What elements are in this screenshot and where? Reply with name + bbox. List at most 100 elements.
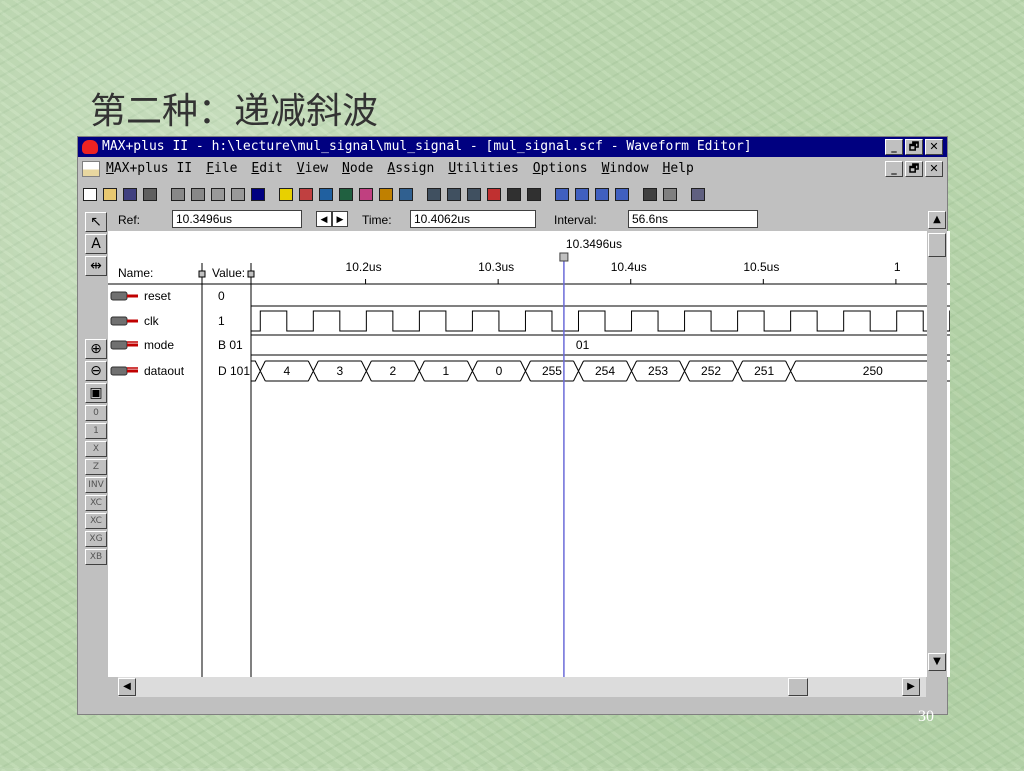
menu-options[interactable]: Options <box>533 158 588 180</box>
signal-value: B 01 <box>218 338 243 352</box>
scroll-up-button[interactable]: ▲ <box>928 211 946 229</box>
menu-utilities[interactable]: Utilities <box>448 158 518 180</box>
minimize-button[interactable]: _ <box>885 139 903 155</box>
menu-file[interactable]: File <box>206 158 237 180</box>
set-highz-icon[interactable]: Z <box>85 459 107 475</box>
undo-button[interactable] <box>229 185 247 203</box>
signal-name[interactable]: reset <box>144 289 171 303</box>
doc-minimize-button[interactable]: _ <box>885 161 903 177</box>
zoom-in-icon[interactable]: ⊕ <box>85 339 107 359</box>
programmer-button[interactable] <box>397 185 415 203</box>
grid-button[interactable] <box>641 185 659 203</box>
overwrite-group-icon[interactable]: XG <box>85 531 107 547</box>
close-button[interactable]: ✕ <box>925 139 943 155</box>
project-timing-button[interactable] <box>525 185 543 203</box>
document-icon[interactable] <box>82 161 100 177</box>
find-node-down-button[interactable] <box>593 185 611 203</box>
set-high-icon[interactable]: 1 <box>85 423 107 439</box>
bus-value: 254 <box>595 364 615 378</box>
project-check-button[interactable] <box>485 185 503 203</box>
divider-handle[interactable] <box>198 270 206 278</box>
find-node-all-button[interactable] <box>613 185 631 203</box>
menu-view[interactable]: View <box>297 158 328 180</box>
overwrite-value-icon[interactable]: XB <box>85 549 107 565</box>
grid-icon <box>643 187 657 201</box>
waveform-panel[interactable]: 10.3496us Name: Value: 10.2us 10.3us 10.4u… <box>108 231 950 677</box>
zoom-fit-icon <box>691 187 705 201</box>
menu-assign[interactable]: Assign <box>387 158 434 180</box>
signal-name[interactable]: dataout <box>144 364 185 378</box>
help-pointer-button[interactable] <box>249 185 267 203</box>
waveform-editor: Ref: 10.3496us ◀ ▶ Time: 10.4062us Inter… <box>108 209 999 677</box>
invert-icon[interactable]: INV <box>85 477 107 493</box>
maxplus-app-icon[interactable] <box>82 140 98 154</box>
selection-tool-icon[interactable]: ↖ <box>85 212 107 232</box>
bus-value: 01 <box>576 338 590 352</box>
menu-mnemonic: O <box>532 161 541 176</box>
overwrite-clock-icon[interactable]: XC <box>85 513 107 529</box>
save-icon <box>123 187 137 201</box>
menu-help[interactable]: Help <box>663 158 694 180</box>
project-save-button[interactable] <box>445 185 463 203</box>
hierarchy-icon <box>299 187 313 201</box>
print-button[interactable] <box>141 185 159 203</box>
horizontal-scrollbar[interactable]: ◀ ▶ <box>118 677 926 697</box>
menu-max-plus-ii[interactable]: MAX+plus II <box>106 158 192 180</box>
project-save-icon <box>447 187 461 201</box>
doc-restore-button[interactable]: 🗗 <box>905 161 923 177</box>
fit-window-icon[interactable]: ▣ <box>85 383 107 403</box>
overwrite-count-icon[interactable]: XC <box>85 495 107 511</box>
bus-value: 3 <box>336 364 343 378</box>
find-node-down-icon <box>595 187 609 201</box>
menu-label: AX+plus II <box>113 161 193 176</box>
divider-handle[interactable] <box>247 270 255 278</box>
bus-value: 0 <box>496 364 503 378</box>
menu-label: ptions <box>540 161 588 176</box>
programmer-icon <box>399 187 413 201</box>
find-node-button[interactable] <box>553 185 571 203</box>
paste-button[interactable] <box>209 185 227 203</box>
ref-field[interactable]: 10.3496us <box>172 210 302 228</box>
find-node-up-button[interactable] <box>573 185 591 203</box>
scroll-down-button[interactable]: ▼ <box>928 653 946 671</box>
grid-off-icon <box>663 187 677 201</box>
copy-button[interactable] <box>189 185 207 203</box>
menu-node[interactable]: Node <box>342 158 373 180</box>
text-tool-icon[interactable]: A <box>85 234 107 254</box>
simulator-button[interactable] <box>357 185 375 203</box>
cursor-handle[interactable] <box>559 252 569 262</box>
ref-prev-button[interactable]: ◀ <box>316 211 332 227</box>
zoom-tool-icon[interactable]: ⇹ <box>85 256 107 276</box>
zoom-out-icon[interactable]: ⊖ <box>85 361 107 381</box>
compiler-button[interactable] <box>337 185 355 203</box>
warning-button[interactable] <box>277 185 295 203</box>
scroll-left-button[interactable]: ◀ <box>118 678 136 696</box>
zoom-fit-button[interactable] <box>689 185 707 203</box>
doc-close-button[interactable]: ✕ <box>925 161 943 177</box>
set-dontcare-icon[interactable]: X <box>85 441 107 457</box>
project-compile-button[interactable] <box>465 185 483 203</box>
save-button[interactable] <box>121 185 139 203</box>
vertical-scrollbar[interactable]: ▲ ▼ <box>927 211 947 681</box>
new-button[interactable] <box>81 185 99 203</box>
grid-off-button[interactable] <box>661 185 679 203</box>
vertical-scroll-thumb[interactable] <box>928 233 946 257</box>
restore-button[interactable]: 🗗 <box>905 139 923 155</box>
ref-next-button[interactable]: ▶ <box>332 211 348 227</box>
signal-name[interactable]: clk <box>144 314 160 328</box>
cut-button[interactable] <box>169 185 187 203</box>
signal-name[interactable]: mode <box>144 338 174 352</box>
menu-edit[interactable]: Edit <box>251 158 282 180</box>
menu-window[interactable]: Window <box>602 158 649 180</box>
bus-value: 253 <box>648 364 668 378</box>
hierarchy-button[interactable] <box>297 185 315 203</box>
set-low-icon[interactable]: 0 <box>85 405 107 421</box>
open-button[interactable] <box>101 185 119 203</box>
floorplan-button[interactable] <box>317 185 335 203</box>
scroll-right-button[interactable]: ▶ <box>902 678 920 696</box>
horizontal-scroll-thumb[interactable] <box>788 678 808 696</box>
project-open-button[interactable] <box>425 185 443 203</box>
timing-analyzer-button[interactable] <box>377 185 395 203</box>
maxplus-window: MAX+plus II - h:\lecture\mul_signal\mul_… <box>77 136 950 715</box>
project-simulate-button[interactable] <box>505 185 523 203</box>
